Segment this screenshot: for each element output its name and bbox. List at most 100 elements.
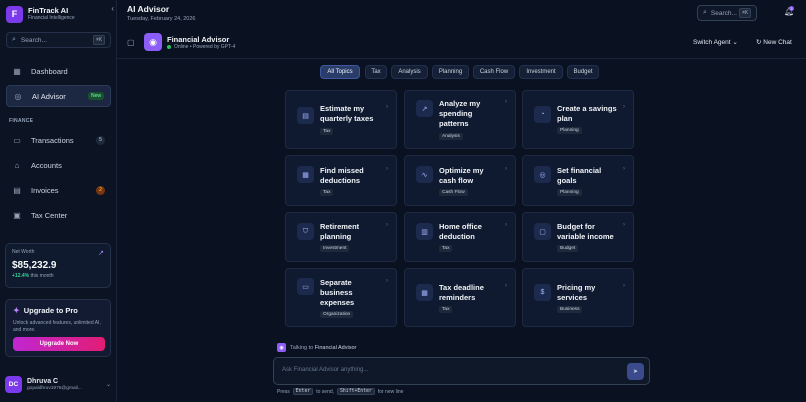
- tab-analysis[interactable]: Analysis: [391, 65, 428, 79]
- bot-icon: ◎: [14, 91, 22, 101]
- chevron-right-icon: ›: [505, 283, 507, 289]
- topic-card-business-expenses[interactable]: ▭ Separate business expenses Organizatio…: [285, 268, 397, 327]
- topic-card-tag: Organization: [320, 311, 354, 318]
- sidebar-item-label: Dashboard: [31, 66, 68, 76]
- trend-up-icon: ↗: [98, 250, 104, 257]
- topic-card-title: Analyze my spending patterns: [439, 99, 481, 128]
- topic-card-financial-goals[interactable]: ◎ Set financial goals Planning ›: [522, 155, 634, 206]
- advisor-small-icon: ◉: [277, 343, 286, 352]
- credit-card-icon: ▭: [13, 135, 21, 145]
- upgrade-now-button[interactable]: Upgrade Now: [13, 337, 105, 351]
- topic-card-retirement[interactable]: ⛉ Retirement planning Investment ›: [285, 212, 397, 262]
- user-name: Dhruva C: [27, 377, 59, 385]
- tab-cash-flow[interactable]: Cash Flow: [473, 65, 515, 79]
- online-dot: [167, 45, 171, 49]
- hint-press: Press: [277, 388, 290, 395]
- advisor-status-text: Online • Powered by GPT-4: [174, 44, 236, 50]
- page-date: Tuesday, February 24, 2026: [127, 16, 196, 22]
- grid-icon: ▦: [13, 66, 21, 76]
- sidebar-search-placeholder: Search...: [20, 36, 47, 44]
- tab-planning[interactable]: Planning: [432, 65, 469, 79]
- talking-to-indicator: ◉ Talking to Financial Advisor: [277, 343, 356, 352]
- search-shortcut: ⌘K: [92, 35, 105, 45]
- upgrade-title: Upgrade to Pro: [23, 306, 78, 315]
- topic-card-tag: Planning: [557, 189, 582, 196]
- topic-card-tag: Tax: [439, 245, 453, 252]
- sidebar-item-ai-advisor[interactable]: ◎ AI Advisor New: [6, 85, 111, 107]
- topic-card-title: Home office deduction: [439, 222, 482, 241]
- header-search-input[interactable]: ⌕ Search... ⌘K: [697, 5, 757, 21]
- advisor-name: Financial Advisor: [167, 35, 230, 44]
- tab-investment[interactable]: Investment: [519, 65, 563, 79]
- brand: F FinTrack AI Financial Intelligence: [6, 4, 111, 24]
- piggy-bank-icon: ◔: [534, 106, 551, 123]
- chevron-down-icon: ⌄: [105, 381, 111, 388]
- chevron-right-icon: ›: [505, 99, 507, 105]
- activity-icon: ∿: [416, 166, 433, 183]
- topic-card-home-office[interactable]: ▥ Home office deduction Tax ›: [404, 212, 516, 262]
- credit-card-icon: ▭: [297, 278, 314, 295]
- switch-agent-button[interactable]: Switch Agent ⌄: [693, 38, 738, 46]
- header-divider: [117, 58, 806, 59]
- topic-card-tag: Planning: [557, 127, 582, 134]
- brand-subtitle: Financial Intelligence: [28, 15, 75, 21]
- sidebar-item-accounts[interactable]: ⌂ Accounts: [6, 154, 111, 176]
- net-worth-card: Net Worth ↗ $85,232.9 +12.4% this month: [5, 243, 111, 288]
- topic-card-pricing-services[interactable]: $ Pricing my services Business ›: [522, 268, 634, 327]
- upgrade-card: ✦ Upgrade to Pro Unlock advanced features…: [5, 299, 111, 357]
- switch-agent-label: Switch Agent: [693, 39, 731, 46]
- chevron-right-icon: ›: [505, 166, 507, 172]
- advisor-avatar-icon: ◉: [144, 33, 162, 51]
- chevron-down-icon: ⌄: [732, 39, 738, 46]
- tab-all-topics[interactable]: All Topics: [320, 65, 360, 79]
- topic-card-tax-deadlines[interactable]: ▦ Tax deadline reminders Tax ›: [404, 268, 516, 327]
- topic-card-title: Find missed deductions: [320, 166, 364, 185]
- topic-card-cash-flow[interactable]: ∿ Optimize my cash flow Cash Flow ›: [404, 155, 516, 206]
- sidebar-item-label: Transactions: [31, 135, 74, 145]
- sidebar-item-invoices[interactable]: ▤ Invoices 2: [6, 179, 111, 201]
- user-profile[interactable]: DC Dhruva C gopaldhruv1975@gmail... ⌄: [5, 373, 111, 395]
- topic-card-title: Create a savings plan: [557, 104, 617, 123]
- avatar: DC: [5, 375, 22, 393]
- message-input[interactable]: Ask Financial Advisor anything...: [282, 367, 368, 373]
- user-email: gopaldhruv1975@gmail...: [27, 385, 82, 391]
- topic-card-variable-income[interactable]: ▢ Budget for variable income Budget ›: [522, 212, 634, 262]
- topic-card-title: Separate business expenses: [320, 278, 355, 307]
- bank-icon: ⌂: [14, 160, 20, 170]
- hint-send: to send,: [316, 388, 335, 395]
- collapse-sidebar-icon[interactable]: ‹: [111, 4, 114, 13]
- talking-agent: Financial Advisor: [314, 344, 357, 351]
- target-icon: ◎: [534, 166, 551, 183]
- message-input-box[interactable]: Ask Financial Advisor anything... ➤: [273, 357, 650, 385]
- sidebar-item-tax-center[interactable]: ▣ Tax Center: [6, 204, 111, 226]
- shield-icon: ⛉: [297, 223, 314, 240]
- brand-name: FinTrack AI: [28, 6, 69, 15]
- chevron-right-icon: ›: [386, 222, 388, 228]
- chevron-right-icon: ›: [623, 283, 625, 289]
- receipt-icon: ▦: [297, 166, 314, 183]
- sidebar-item-transactions[interactable]: ▭ Transactions 5: [6, 129, 111, 151]
- topic-card-spending-patterns[interactable]: ↗ Analyze my spending patterns Analysis …: [404, 90, 516, 149]
- net-worth-label: Net Worth: [12, 249, 35, 255]
- topic-card-title: Tax deadline reminders: [439, 283, 484, 302]
- chevron-right-icon: ›: [623, 166, 625, 172]
- topic-card-title: Pricing my services: [557, 283, 596, 302]
- sparkle-icon: ✦: [13, 306, 20, 315]
- topic-card-estimate-taxes[interactable]: ▤ Estimate my quarterly taxes Tax ›: [285, 90, 397, 149]
- search-icon: ⌕: [703, 9, 707, 16]
- building-icon: ▥: [416, 223, 433, 240]
- topic-card-title: Optimize my cash flow: [439, 166, 484, 185]
- chat-history-icon[interactable]: ▢: [127, 38, 135, 47]
- topic-card-title: Retirement planning: [320, 222, 360, 241]
- chevron-right-icon: ›: [386, 104, 388, 110]
- topic-card-missed-deductions[interactable]: ▦ Find missed deductions Tax ›: [285, 155, 397, 206]
- new-chat-button[interactable]: ↻ New Chat: [756, 38, 792, 46]
- sidebar-search-input[interactable]: ⌕ Search... ⌘K: [6, 32, 111, 48]
- new-badge: New: [87, 92, 104, 100]
- send-button[interactable]: ➤: [627, 363, 644, 380]
- sidebar-item-label: Invoices: [31, 185, 59, 195]
- sidebar-item-dashboard[interactable]: ▦ Dashboard: [6, 60, 111, 82]
- tab-budget[interactable]: Budget: [567, 65, 599, 79]
- tab-tax[interactable]: Tax: [365, 65, 387, 79]
- topic-card-savings-plan[interactable]: ◔ Create a savings plan Planning ›: [522, 90, 634, 149]
